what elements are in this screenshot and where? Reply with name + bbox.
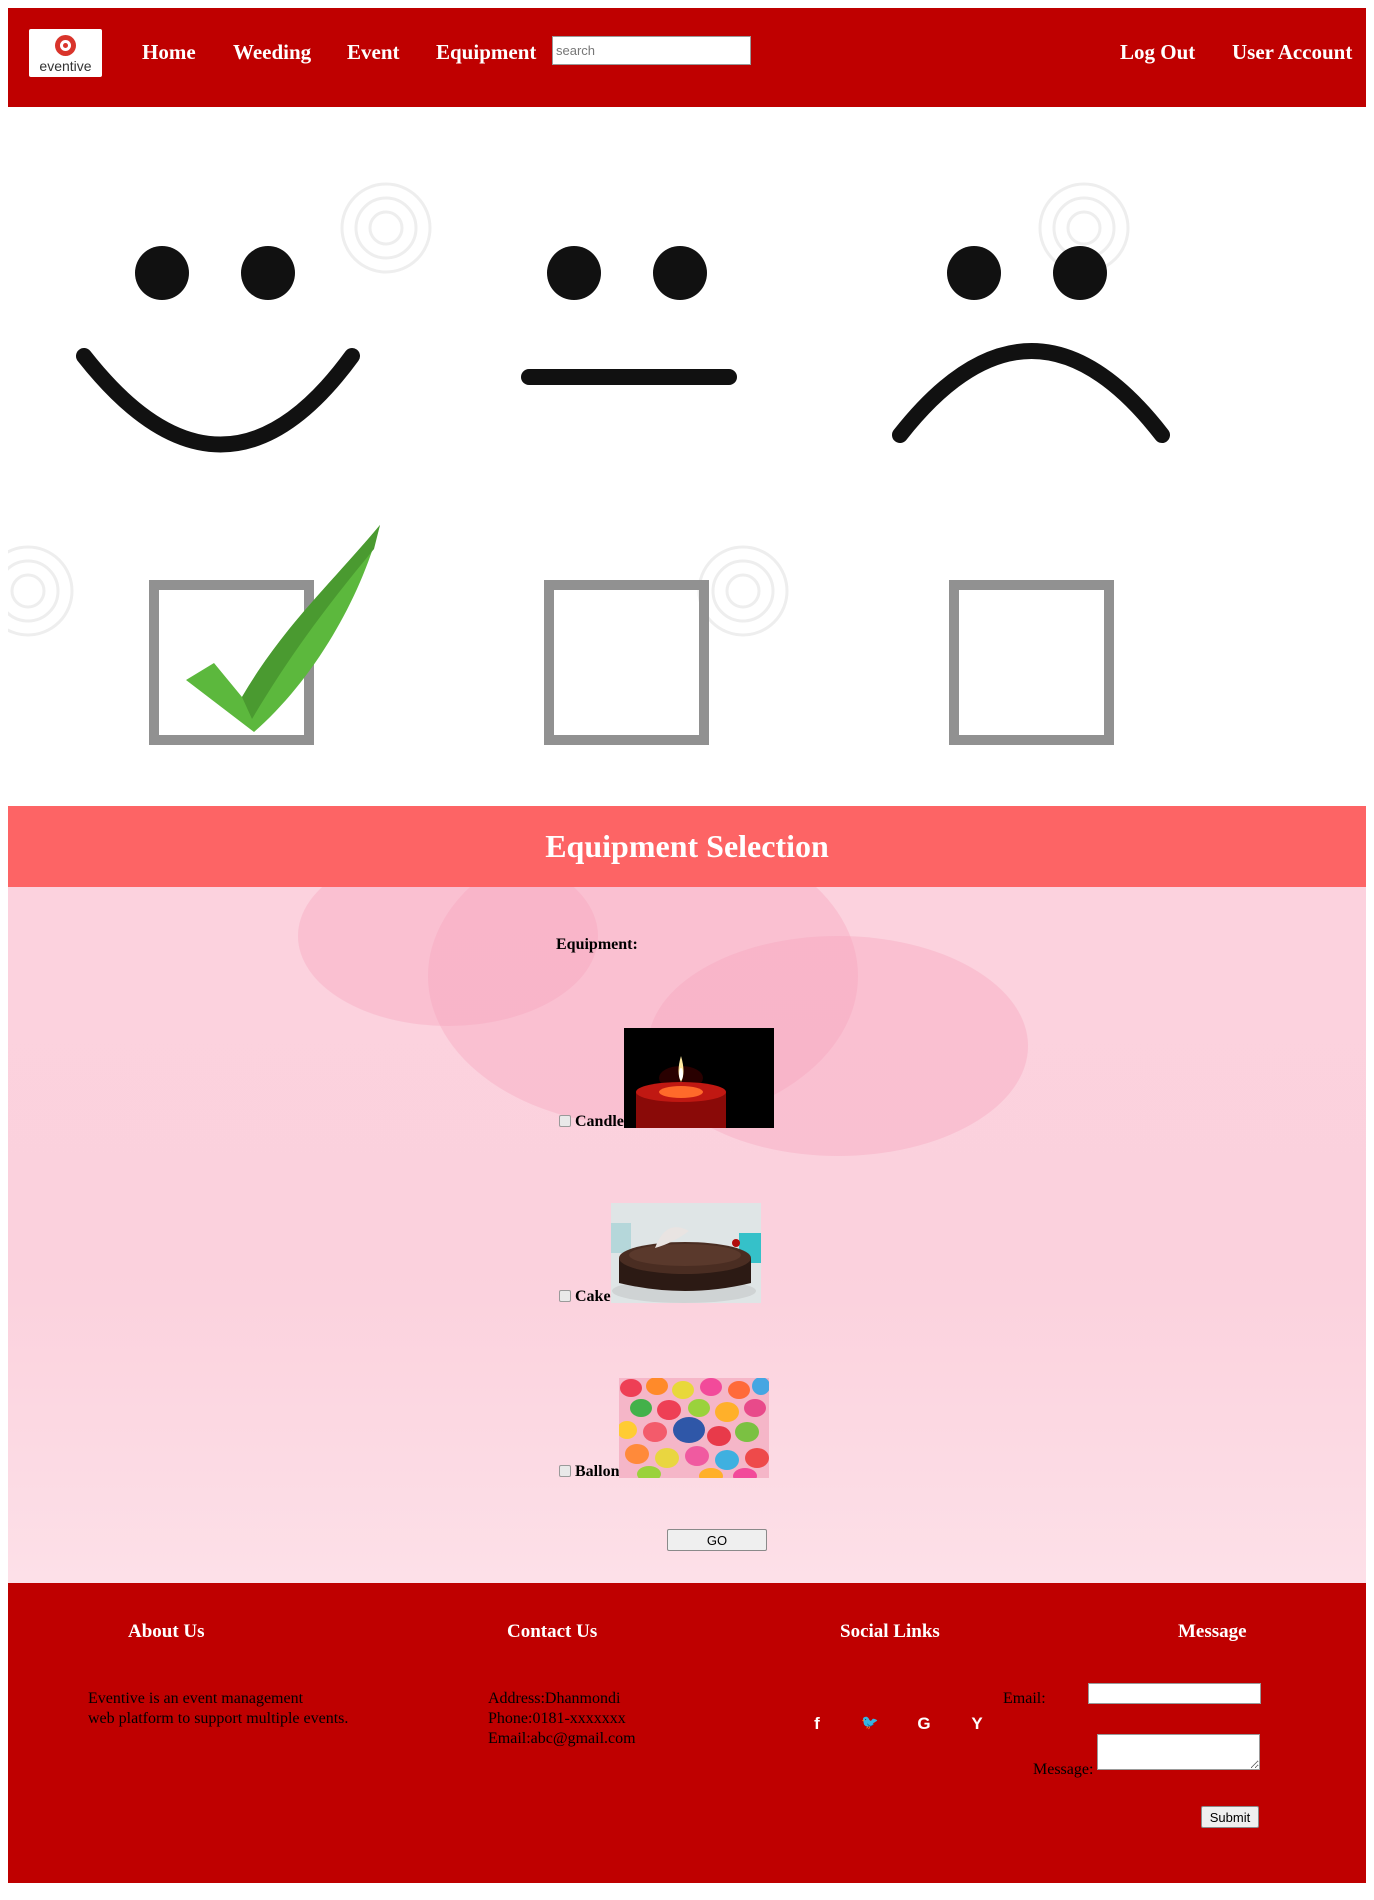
about-line: web platform to support multiple events. — [88, 1710, 349, 1727]
ballon-label: Ballon — [575, 1463, 620, 1480]
nav-event[interactable]: Event — [347, 40, 400, 65]
nav-home[interactable]: Home — [142, 40, 196, 65]
contact-address: Address:Dhanmondi — [488, 1690, 621, 1707]
about-line: Eventive is an event management — [88, 1690, 304, 1707]
go-button[interactable]: GO — [667, 1529, 767, 1551]
happy-face-icon — [76, 246, 360, 453]
nav-equipment[interactable]: Equipment — [436, 40, 536, 65]
nav-logout[interactable]: Log Out — [1120, 40, 1195, 65]
ballon-checkbox[interactable] — [559, 1465, 571, 1477]
message-email-input[interactable] — [1088, 1683, 1261, 1704]
contact-email: Email:abc@gmail.com — [488, 1730, 636, 1747]
search-input[interactable] — [552, 36, 751, 65]
yahoo-icon[interactable]: Y — [967, 1714, 987, 1734]
contact-phone: Phone:0181-xxxxxxx — [488, 1710, 626, 1727]
cake-label: Cake — [575, 1288, 611, 1305]
about-us-text: Eventive is an event management web plat… — [88, 1689, 348, 1729]
message-text-label: Message: — [1033, 1761, 1094, 1778]
cake-checkbox[interactable] — [559, 1290, 571, 1302]
feedback-faces-illustration — [8, 182, 1170, 745]
message-heading: Message — [1178, 1621, 1247, 1642]
candle-checkbox[interactable] — [559, 1115, 571, 1127]
submit-button[interactable]: Submit — [1201, 1806, 1259, 1828]
contact-us-text: Address:Dhanmondi Phone:0181-xxxxxxx Ema… — [488, 1689, 636, 1749]
section-title: Equipment Selection — [545, 828, 829, 864]
section-title-bar: Equipment Selection — [8, 806, 1366, 887]
message-email-label: Email: — [1003, 1690, 1046, 1707]
facebook-icon[interactable]: f — [807, 1714, 827, 1734]
empty-box-icon — [949, 580, 1114, 745]
sad-face-icon — [892, 246, 1170, 443]
balloons-image — [619, 1378, 769, 1478]
cake-image — [611, 1203, 761, 1303]
top-navbar: eventive Home Weeding Event Equipment Lo… — [8, 8, 1366, 107]
logo-text: eventive — [39, 58, 92, 74]
message-textarea[interactable] — [1097, 1734, 1260, 1770]
twitter-icon[interactable]: 🐦 — [860, 1714, 880, 1731]
eventive-logo[interactable]: eventive — [29, 29, 102, 77]
about-us-heading: About Us — [128, 1621, 205, 1642]
social-links-heading: Social Links — [840, 1621, 940, 1642]
contact-us-heading: Contact Us — [507, 1621, 598, 1642]
nav-user-account[interactable]: User Account — [1232, 40, 1352, 65]
logo-swirl-icon — [55, 35, 76, 56]
candle-label: Candle — [575, 1113, 624, 1130]
hero-feedback-image — [8, 107, 1366, 806]
checked-box-icon — [149, 525, 380, 745]
google-icon[interactable]: G — [914, 1714, 934, 1734]
candle-image — [624, 1028, 774, 1128]
equipment-label: Equipment: — [556, 936, 638, 953]
empty-box-icon — [544, 580, 709, 745]
nav-weeding[interactable]: Weeding — [233, 40, 311, 65]
neutral-face-icon — [521, 246, 737, 385]
footer: About Us Contact Us Social Links Message… — [8, 1583, 1366, 1883]
